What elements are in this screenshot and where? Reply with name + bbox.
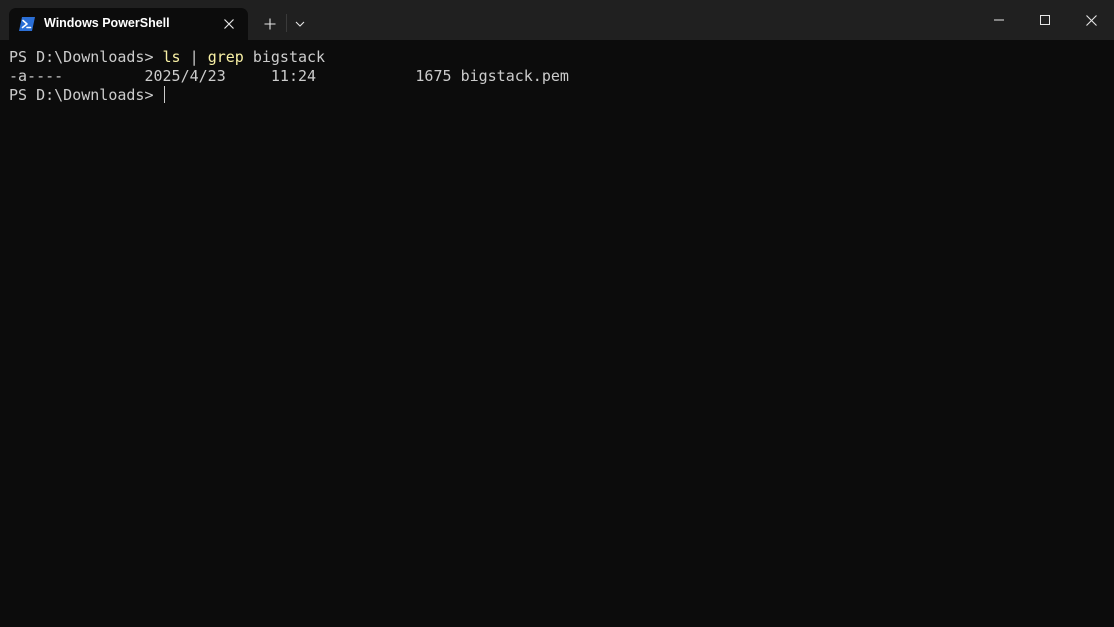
prompt: PS D:\Downloads> (9, 48, 163, 66)
command-argument: bigstack (243, 48, 326, 66)
file-size: 1675 (415, 67, 452, 85)
file-name: bigstack.pem (460, 67, 569, 85)
file-date: 2025/4/23 (144, 67, 226, 85)
powershell-icon (19, 17, 35, 31)
tab-title: Windows PowerShell (44, 16, 170, 30)
file-mode: -a---- (9, 67, 64, 85)
terminal-output[interactable]: PS D:\Downloads> ls | grep bigstack -a--… (0, 40, 1114, 627)
output-line: -a---- 2025/4/23 11:24 1675 bigstack.pem (9, 67, 569, 86)
new-tab-plus-icon[interactable] (258, 12, 282, 36)
command-grep: grep (207, 48, 244, 66)
text-cursor (163, 86, 165, 103)
pipe-operator: | (180, 48, 208, 66)
tab-divider (286, 14, 287, 32)
file-time: 11:24 (270, 67, 317, 85)
chevron-down-icon[interactable] (290, 12, 310, 36)
command-ls: ls (162, 48, 181, 66)
prompt-line[interactable]: PS D:\Downloads> (9, 86, 165, 105)
close-icon[interactable] (1068, 0, 1114, 40)
command-line: PS D:\Downloads> ls | grep bigstack (9, 48, 325, 67)
terminal-window: Windows PowerShell PS D:\Downloads> ls |… (0, 0, 1114, 627)
tab-windows-powershell[interactable]: Windows PowerShell (9, 8, 248, 40)
tab-close-icon[interactable] (219, 14, 239, 34)
minimize-icon[interactable] (976, 0, 1022, 40)
maximize-icon[interactable] (1022, 0, 1068, 40)
prompt: PS D:\Downloads> (9, 86, 163, 104)
title-bar: Windows PowerShell (0, 0, 1114, 40)
